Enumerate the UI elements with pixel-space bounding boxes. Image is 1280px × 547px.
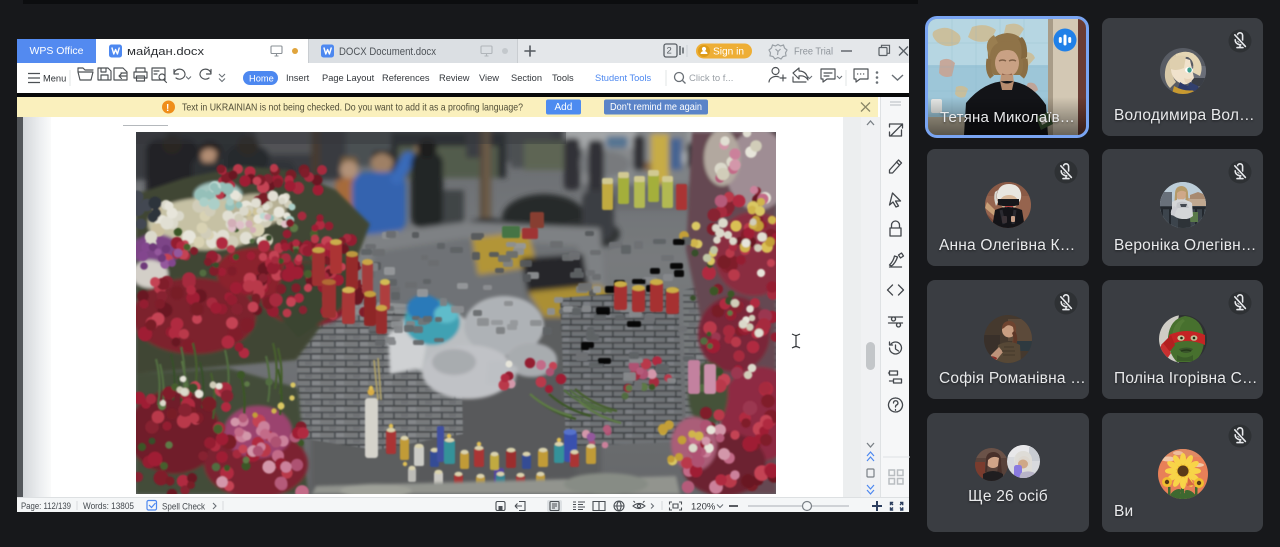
svg-text:Page Layout: Page Layout	[322, 73, 375, 83]
svg-text:DOCX Document.docx: DOCX Document.docx	[339, 46, 436, 58]
svg-text:Home: Home	[249, 73, 274, 83]
svg-text:2: 2	[667, 46, 672, 57]
svg-text:Don't remind me again: Don't remind me again	[610, 102, 702, 113]
svg-text:Spell Check: Spell Check	[162, 502, 205, 512]
svg-text:Text in UKRAINIAN is not being: Text in UKRAINIAN is not being checked. …	[182, 102, 523, 114]
svg-text:Sign in: Sign in	[713, 47, 744, 58]
svg-text:Words: 13805: Words: 13805	[83, 501, 134, 511]
svg-text:120%: 120%	[691, 502, 716, 513]
svg-text:View: View	[479, 73, 499, 83]
svg-text:!: !	[166, 103, 169, 114]
svg-text:Insert: Insert	[286, 73, 310, 83]
svg-text:Free Trial: Free Trial	[794, 47, 833, 58]
svg-text:Page: 112/139: Page: 112/139	[21, 501, 71, 511]
svg-text:Tools: Tools	[552, 73, 574, 83]
svg-text:Student Tools: Student Tools	[595, 73, 652, 83]
svg-text:References: References	[382, 73, 430, 83]
svg-text:Menu: Menu	[43, 73, 66, 83]
svg-text:майдан.docx: майдан.docx	[127, 46, 205, 58]
svg-text:Section: Section	[511, 73, 542, 83]
svg-text:Add: Add	[555, 102, 573, 113]
svg-text:Review: Review	[439, 73, 470, 83]
svg-text:Click to f...: Click to f...	[689, 73, 733, 84]
